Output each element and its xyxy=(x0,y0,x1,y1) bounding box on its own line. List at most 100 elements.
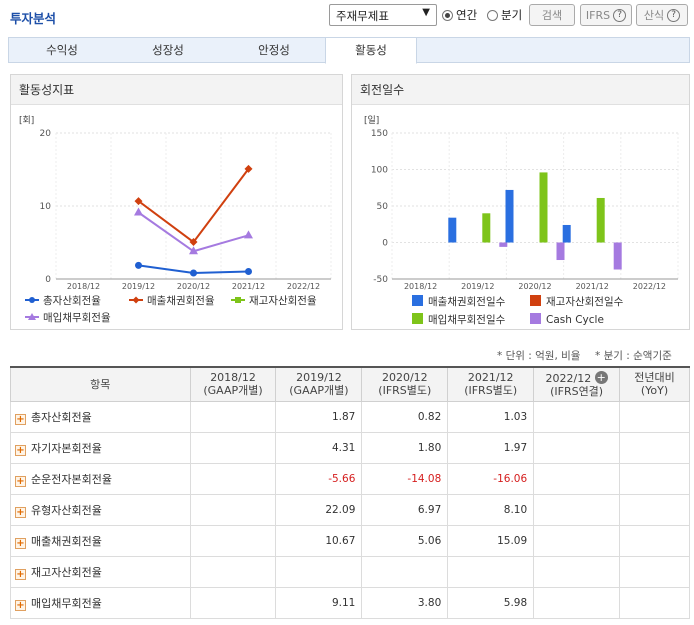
y-axis-label: [일] xyxy=(364,115,379,126)
ifrs-button[interactable]: IFRS ? xyxy=(580,4,632,26)
table-cell: 3.80 xyxy=(361,586,449,619)
row-name: 유형자산회전율 xyxy=(31,503,102,517)
help-icon: ? xyxy=(667,8,681,22)
header-yoy: 전년대비 (YoY) xyxy=(619,366,690,402)
table-row[interactable]: + 순운전자본회전율 -5.66 -14.08 -16.06 xyxy=(10,462,690,495)
table-cell xyxy=(619,586,690,619)
expand-icon[interactable]: + xyxy=(15,413,26,425)
radio-unchecked-icon xyxy=(487,9,498,21)
table-cell xyxy=(189,524,277,557)
radio-quarter-label: 분기 xyxy=(501,8,523,22)
row-name: 순운전자본회전율 xyxy=(31,472,112,486)
row-label[interactable]: + 총자산회전율 xyxy=(10,400,191,433)
table-cell: 1.80 xyxy=(361,431,449,464)
expand-icon[interactable]: + xyxy=(15,568,26,580)
table-row[interactable]: + 총자산회전율 1.87 0.82 1.03 xyxy=(10,400,690,433)
table-cell: -16.06 xyxy=(447,462,535,495)
panel-title: 활동성지표 xyxy=(11,75,342,105)
table-cell xyxy=(189,431,277,464)
radio-quarter[interactable]: 분기 xyxy=(487,7,522,23)
row-label[interactable]: + 매입채무회전율 xyxy=(10,586,191,619)
search-button-label: 검색 xyxy=(541,9,563,22)
row-name: 자기자본회전율 xyxy=(31,441,102,455)
row-label[interactable]: + 순운전자본회전율 xyxy=(10,462,191,495)
legend-label: 매출채권회전일수 xyxy=(428,295,506,308)
table-cell xyxy=(189,462,277,495)
legend-label: Cash Cycle xyxy=(546,314,604,326)
table-cell xyxy=(275,555,363,588)
data-point xyxy=(190,269,197,277)
header-2020: 2020/12 (IFRS별도) xyxy=(361,366,449,402)
table-cell: -5.66 xyxy=(275,462,363,495)
x-tick-label: 2022/12 xyxy=(287,282,320,291)
table-cell xyxy=(533,462,621,495)
row-label[interactable]: + 매출채권회전율 xyxy=(10,524,191,557)
table-header-row: 항목 2018/12 (GAAP개별) 2019/12 (GAAP개별) 2020/… xyxy=(10,366,690,402)
tab-growth[interactable]: 성장성 xyxy=(115,38,221,62)
table-cell: 5.06 xyxy=(361,524,449,557)
header-2021: 2021/12 (IFRS별도) xyxy=(447,366,535,402)
table-cell xyxy=(361,555,449,588)
table-cell: 15.09 xyxy=(447,524,535,557)
expand-icon[interactable]: + xyxy=(15,537,26,549)
header-2018: 2018/12 (GAAP개별) xyxy=(189,366,277,402)
expand-icon[interactable]: + xyxy=(15,475,26,487)
table-cell xyxy=(189,493,277,526)
x-tick-label: 2018/12 xyxy=(404,282,437,291)
turnover-days-panel: 회전일수 [일] -50 0 50 100 150 2018/12 2019/12 2020/1… xyxy=(351,74,690,330)
row-name: 매출채권회전율 xyxy=(31,534,102,548)
quarter-note: * 분기 : 순액기준 xyxy=(595,350,672,362)
y-axis-label: [회] xyxy=(19,115,34,126)
units-note: * 단위 : 억원, 비율 xyxy=(497,350,581,362)
legend-marker xyxy=(132,296,140,304)
y-tick-label: -50 xyxy=(373,275,388,285)
table-cell xyxy=(189,586,277,619)
ifrs-button-label: IFRS xyxy=(585,8,611,22)
table-cell: 6.97 xyxy=(361,493,449,526)
x-tick-label: 2020/12 xyxy=(518,282,551,291)
legend-label: 매입채무회전율 xyxy=(43,311,111,324)
series-line-매출채권회전율 xyxy=(137,168,250,244)
table-row[interactable]: + 자기자본회전율 4.31 1.80 1.97 xyxy=(10,431,690,464)
activity-indicator-panel: 활동성지표 [회] 0 10 20 2018/12 2019/12 2020/12 2021/… xyxy=(10,74,343,330)
legend-marker xyxy=(29,297,35,303)
row-label[interactable]: + 재고자산회전율 xyxy=(10,555,191,588)
bar xyxy=(448,217,457,243)
expand-icon[interactable]: + xyxy=(15,444,26,456)
formula-button-label: 산식 xyxy=(643,9,665,22)
table-cell xyxy=(619,493,690,526)
radio-annual[interactable]: 연간 xyxy=(442,7,477,23)
tab-activity[interactable]: 활동성 xyxy=(325,37,417,64)
expand-column-icon[interactable]: + xyxy=(594,370,608,384)
x-tick-label: 2019/12 xyxy=(461,282,494,291)
table-row[interactable]: + 재고자산회전율 xyxy=(10,555,690,588)
y-tick-label: 50 xyxy=(377,202,389,212)
activity-table: 항목 2018/12 (GAAP개별) 2019/12 (GAAP개별) 2020/… xyxy=(10,366,690,619)
table-cell: 4.31 xyxy=(275,431,363,464)
table-cell: 22.09 xyxy=(275,493,363,526)
bar xyxy=(556,242,565,261)
statement-type-select[interactable]: 주재무제표 ▼ xyxy=(329,4,437,26)
expand-icon[interactable]: + xyxy=(15,506,26,518)
header-2022: 2022/12 + (IFRS연결) xyxy=(533,366,621,402)
formula-button[interactable]: 산식 ? xyxy=(636,4,688,26)
table-row[interactable]: + 유형자산회전율 22.09 6.97 8.10 xyxy=(10,493,690,526)
tab-stability[interactable]: 안정성 xyxy=(221,38,327,62)
table-cell: 0.82 xyxy=(361,400,449,433)
legend-label: 재고자산회전일수 xyxy=(546,295,624,308)
table-cell: 1.97 xyxy=(447,431,535,464)
expand-icon[interactable]: + xyxy=(15,599,26,611)
table-cell xyxy=(533,431,621,464)
search-button[interactable]: 검색 xyxy=(529,4,575,26)
bar xyxy=(505,189,514,243)
legend-label: 재고자산회전율 xyxy=(249,295,317,307)
panel-title: 회전일수 xyxy=(352,75,689,105)
row-label[interactable]: + 자기자본회전율 xyxy=(10,431,191,464)
data-point xyxy=(135,261,142,269)
table-row[interactable]: + 매출채권회전율 10.67 5.06 15.09 xyxy=(10,524,690,557)
tab-profitability[interactable]: 수익성 xyxy=(9,38,115,62)
row-label[interactable]: + 유형자산회전율 xyxy=(10,493,191,526)
bar xyxy=(539,172,548,243)
select-value: 주재무제표 xyxy=(336,9,389,23)
table-row[interactable]: + 매입채무회전율 9.11 3.80 5.98 xyxy=(10,586,690,619)
